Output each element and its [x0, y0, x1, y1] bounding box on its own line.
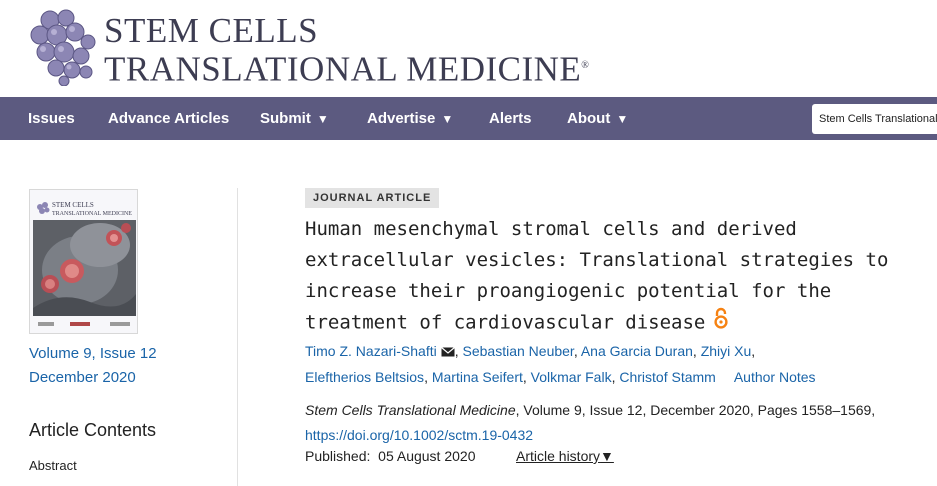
- main-nav: Issues Advance Articles Submit ▼ Advertis…: [0, 97, 937, 140]
- citation-details: , Volume 9, Issue 12, December 2020, Pag…: [515, 402, 876, 418]
- journal-cover-image[interactable]: STEM CELLS TRANSLATIONAL MEDICINE: [29, 189, 138, 334]
- article-title: Human mesenchymal stromal cells and deri…: [305, 214, 905, 339]
- open-access-icon: [713, 307, 729, 339]
- sidebar-divider: [237, 188, 238, 486]
- nav-submit-label: Submit: [260, 110, 311, 127]
- doi-link[interactable]: https://doi.org/10.1002/sctm.19-0432: [305, 427, 533, 443]
- issue-link[interactable]: Volume 9, Issue 12: [29, 345, 157, 362]
- logo-line-2-text: TRANSLATIONAL MEDICINE: [104, 49, 582, 89]
- published-label: Published:: [305, 448, 371, 464]
- author-link[interactable]: Timo Z. Nazari-Shafti: [305, 343, 437, 359]
- journal-logo-text[interactable]: STEM CELLS TRANSLATIONAL MEDICINE®: [104, 11, 589, 88]
- published-date: Published: 05 August 2020: [305, 448, 475, 464]
- caret-down-icon: ▼: [316, 112, 329, 126]
- author-separator: ,: [751, 343, 756, 359]
- nav-submit[interactable]: Submit ▼: [260, 97, 329, 140]
- search-scope-select[interactable]: Stem Cells Translational: [812, 104, 937, 134]
- article-history-toggle[interactable]: Article history▼: [516, 448, 614, 464]
- citation-journal: Stem Cells Translational Medicine: [305, 402, 516, 418]
- site-header: STEM CELLS TRANSLATIONAL MEDICINE®: [0, 0, 937, 97]
- logo-line-1: STEM CELLS: [104, 11, 319, 50]
- author-list: Timo Z. Nazari-Shafti, Sebastian Neuber,…: [305, 339, 905, 390]
- contents-item-abstract[interactable]: Abstract: [29, 458, 77, 473]
- published-value: 05 August 2020: [378, 448, 476, 464]
- envelope-icon[interactable]: [440, 340, 455, 365]
- issue-date-link[interactable]: December 2020: [29, 369, 136, 386]
- author-link[interactable]: Zhiyi Xu: [701, 343, 752, 359]
- author-notes-link[interactable]: Author Notes: [734, 369, 816, 385]
- author-separator: ,: [522, 368, 531, 385]
- caret-down-icon: ▼: [441, 112, 454, 126]
- nav-alerts-label: Alerts: [489, 110, 532, 127]
- author-link[interactable]: Eleftherios Beltsios: [305, 369, 424, 385]
- nav-issues-label: Issues: [28, 110, 75, 127]
- author-separator: ,: [424, 368, 432, 385]
- nav-advertise[interactable]: Advertise ▼: [367, 97, 453, 140]
- article-type-badge: JOURNAL ARTICLE: [305, 188, 440, 208]
- logo-line-2: TRANSLATIONAL MEDICINE®: [104, 48, 589, 88]
- citation: Stem Cells Translational Medicine, Volum…: [305, 398, 895, 448]
- nav-issues[interactable]: Issues: [28, 97, 75, 140]
- cover-title-1: STEM CELLS: [52, 201, 94, 209]
- nav-about-label: About: [567, 110, 611, 127]
- caret-down-icon: ▼: [616, 112, 629, 126]
- author-separator: ,: [692, 343, 701, 359]
- article-contents-heading: Article Contents: [29, 420, 157, 440]
- author-separator: ,: [573, 343, 581, 359]
- cover-title-2: TRANSLATIONAL MEDICINE: [52, 211, 132, 217]
- article-title-text: Human mesenchymal stromal cells and deri…: [305, 218, 889, 334]
- nav-alerts[interactable]: Alerts: [489, 97, 532, 140]
- author-link[interactable]: Sebastian Neuber: [463, 343, 574, 359]
- nav-advance-articles-label: Advance Articles: [108, 110, 230, 127]
- nav-advance-articles[interactable]: Advance Articles: [108, 97, 229, 140]
- author-link[interactable]: Volkmar Falk: [531, 369, 612, 385]
- nav-advertise-label: Advertise: [367, 110, 436, 127]
- author-link[interactable]: Christof Stamm: [619, 369, 715, 385]
- author-separator: ,: [454, 343, 463, 359]
- author-link[interactable]: Martina Seifert: [432, 369, 523, 385]
- logo-cells-icon[interactable]: [28, 8, 102, 87]
- nav-about[interactable]: About ▼: [567, 97, 628, 140]
- caret-down-icon: ▼: [600, 448, 614, 464]
- author-link[interactable]: Ana Garcia Duran: [581, 343, 693, 359]
- article-history-label: Article history: [516, 448, 601, 464]
- trademark-symbol: ®: [581, 60, 590, 71]
